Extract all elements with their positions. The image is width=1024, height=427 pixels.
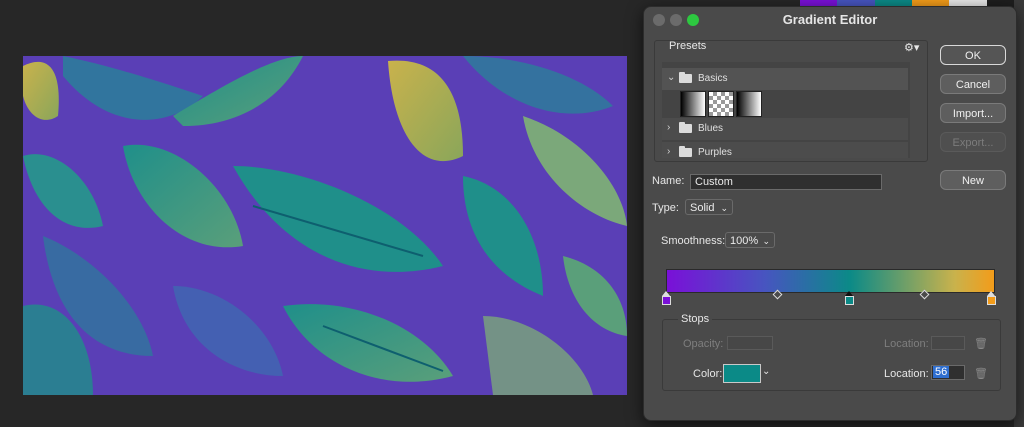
new-button[interactable]: New <box>940 170 1006 190</box>
opacity-dropdown <box>727 336 773 350</box>
name-label: Name: <box>652 175 685 187</box>
color-stop-selected[interactable] <box>845 296 854 305</box>
preset-folder-basics[interactable]: ⌄ Basics <box>662 68 908 90</box>
smoothness-label: Smoothness: <box>661 235 726 247</box>
title-bar: Gradient Editor <box>644 7 1016 31</box>
basics-preset-thumbnails <box>680 91 762 117</box>
stops-label: Stops <box>678 313 713 325</box>
document-artwork[interactable] <box>23 56 627 395</box>
trash-icon: 🗑 <box>974 338 988 350</box>
dialog-title: Gradient Editor <box>782 12 878 27</box>
chevron-down-icon[interactable]: ⌄ <box>762 366 770 377</box>
type-value: Solid <box>690 202 715 214</box>
presets-list[interactable]: ⌄ Basics › Blues › Purples <box>662 62 910 158</box>
color-stop[interactable] <box>662 296 671 305</box>
color-location-label: Location: <box>884 368 929 380</box>
export-button: Export... <box>940 132 1006 152</box>
ok-button[interactable]: OK <box>940 45 1006 65</box>
stops-group <box>662 319 1001 391</box>
color-stop[interactable] <box>987 296 996 305</box>
gradient-preview-bar[interactable] <box>666 269 995 293</box>
color-location-value: 56 <box>933 366 950 378</box>
presets-label: Presets <box>669 40 707 52</box>
folder-icon <box>679 72 692 83</box>
trash-icon[interactable]: 🗑 <box>974 367 988 380</box>
import-button[interactable]: Import... <box>940 103 1006 123</box>
stop-color-swatch[interactable] <box>723 364 761 383</box>
chevron-down-icon: ⌄ <box>720 203 728 213</box>
preset-folder-purples[interactable]: › Purples <box>662 142 908 158</box>
opacity-location-label: Location: <box>884 338 929 350</box>
preset-foreground-to-background[interactable] <box>680 91 706 117</box>
name-field[interactable]: Custom <box>690 174 882 190</box>
type-label: Type: <box>652 202 679 214</box>
folder-name: Basics <box>698 73 728 84</box>
color-label: Color: <box>693 368 723 380</box>
folder-name: Purples <box>698 147 732 158</box>
chevron-right-icon[interactable]: › <box>667 122 670 133</box>
folder-name: Blues <box>698 123 724 134</box>
chevron-right-icon[interactable]: › <box>667 146 670 157</box>
gradient-editor-dialog: Gradient Editor OK Cancel Import... Expo… <box>643 6 1017 421</box>
opacity-location-field <box>931 336 965 350</box>
preset-black-white[interactable] <box>736 91 762 117</box>
preset-foreground-to-transparent[interactable] <box>708 91 734 117</box>
type-dropdown[interactable]: Solid ⌄ <box>685 199 733 215</box>
preset-folder-blues[interactable]: › Blues <box>662 118 908 140</box>
opacity-label: Opacity: <box>683 338 724 350</box>
chevron-down-icon: ⌄ <box>762 236 770 246</box>
folder-icon <box>679 122 692 133</box>
smoothness-value: 100% <box>730 235 759 247</box>
chevron-down-icon[interactable]: ⌄ <box>667 72 675 83</box>
color-location-field[interactable]: 56 <box>931 365 965 380</box>
cancel-button[interactable]: Cancel <box>940 74 1006 94</box>
leaf-pattern-image <box>23 56 627 395</box>
smoothness-dropdown[interactable]: 100% ⌄ <box>725 232 775 248</box>
gear-icon[interactable]: ⚙▾ <box>904 41 919 54</box>
folder-icon <box>679 146 692 157</box>
